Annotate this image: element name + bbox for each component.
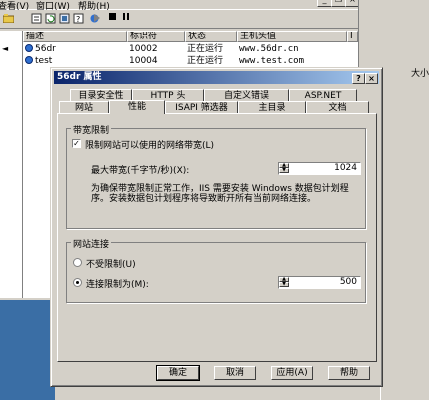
limit-bandwidth-label: 限制网站可以使用的网络带宽(L) [85,141,215,151]
toolbar: ? [0,11,358,29]
tab-documents[interactable]: 文档 [306,101,369,113]
col-identifier[interactable]: 标识符 [127,31,185,42]
connection-limit-spinner[interactable]: ▲ ▼ 500 [278,276,361,289]
table-row[interactable]: 56dr 10002 正在运行 www.56dr.cn [23,44,358,55]
side-panel [380,300,429,400]
max-bandwidth-value: 1024 [334,163,357,173]
help-button[interactable]: 帮助 [328,366,370,380]
site-properties-dialog: 56dr 属性 ? × 目录安全性 HTTP 头 自定义错误 ASP.NET 网… [50,67,383,387]
site-status: 正在运行 [187,44,224,54]
properties-icon[interactable] [30,13,43,25]
connection-limit-value: 500 [339,277,357,287]
max-bandwidth-spinner[interactable]: ▲ ▼ 1024 [278,162,361,175]
col-host-header[interactable]: 主机头值 [237,31,347,42]
ok-button[interactable]: 确定 [156,365,200,381]
refresh-icon[interactable] [44,13,57,25]
tab-isapi-filters[interactable]: ISAPI 筛选器 [165,101,238,113]
limited-label: 连接限制为(M): [86,280,149,290]
limit-bandwidth-checkbox[interactable]: ✓ [72,139,81,148]
site-name: test [35,56,53,66]
tab-custom-errors[interactable]: 自定义错误 [204,89,289,101]
tab-website[interactable]: 网站 [59,101,109,113]
site-id: 10002 [129,44,158,54]
cancel-button[interactable]: 取消 [214,366,256,380]
tab-performance[interactable]: 性能 [109,100,165,114]
bandwidth-group: 带宽限制 ✓ 限制网站可以使用的网络带宽(L) 最大带宽(千字节/秒)(X): … [66,123,366,229]
dialog-title-bar[interactable]: 56dr 属性 ? × [54,71,379,84]
spin-down-icon[interactable]: ▼ [279,282,289,287]
tree-pane[interactable]: ◄ [0,31,23,298]
site-host: www.test.com [239,56,305,66]
help-icon[interactable]: ? [72,13,85,25]
close-dialog-button[interactable]: × [365,73,378,84]
site-id: 10004 [129,56,158,66]
stop-icon[interactable] [106,13,119,25]
website-icon [25,44,33,52]
connections-group-title: 网站连接 [71,237,112,250]
website-icon [25,56,33,64]
export-icon[interactable] [58,13,71,25]
limited-radio[interactable] [73,278,82,287]
tree-collapse-icon[interactable]: ◄ [2,44,8,53]
tab-aspnet[interactable]: ASP.NET [289,89,357,101]
play-icon[interactable] [92,13,102,25]
bandwidth-info-line2: 序。安装数据包计划程序将导致断开所有当前网络连接。 [91,194,317,204]
site-host: www.56dr.cn [239,44,299,54]
minimize-button[interactable]: _ [317,0,332,7]
col-status[interactable]: 状态 [185,31,237,42]
col-description[interactable]: 描述 [23,31,127,42]
svg-text:?: ? [76,15,80,24]
restore-button[interactable]: ❐ [331,0,346,7]
max-bandwidth-label: 最大带宽(千字节/秒)(X): [91,166,190,176]
pause-icon[interactable] [120,13,133,25]
bandwidth-group-title: 带宽限制 [71,123,112,136]
spin-down-icon[interactable]: ▼ [279,168,289,173]
performance-panel: 带宽限制 ✓ 限制网站可以使用的网络带宽(L) 最大带宽(千字节/秒)(X): … [57,113,377,362]
col-ip[interactable]: I [347,31,358,42]
site-name: 56dr [35,44,56,54]
menu-bar: 查看(V) 窗口(W) 帮助(H) _ ❐ × [0,0,360,12]
site-status: 正在运行 [187,56,224,66]
help-title-button[interactable]: ? [352,73,365,84]
folder-icon[interactable] [2,13,15,25]
size-column-header: 大小 [411,69,429,79]
connections-group: 网站连接 不受限制(U) 连接限制为(M): ▲ ▼ 500 [66,237,366,303]
desktop-background [0,300,55,400]
unlimited-label: 不受限制(U) [86,260,136,270]
unlimited-radio[interactable] [73,258,82,267]
tab-home-directory[interactable]: 主目录 [238,101,306,113]
table-row[interactable]: test 10004 正在运行 www.test.com [23,56,358,67]
apply-button[interactable]: 应用(A) [271,366,313,380]
dialog-title: 56dr 属性 [57,72,102,82]
